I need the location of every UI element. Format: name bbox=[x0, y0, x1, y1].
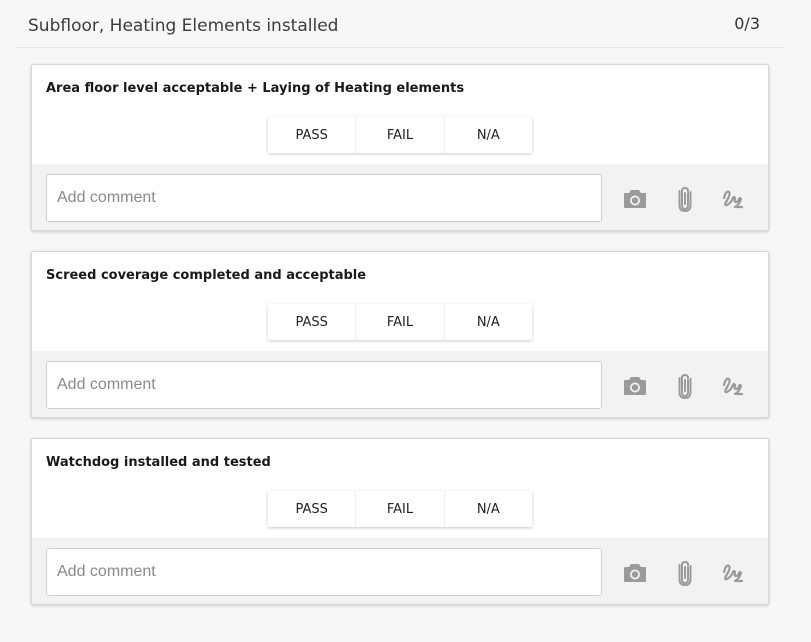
fail-button[interactable]: FAIL bbox=[356, 304, 445, 340]
camera-icon[interactable] bbox=[622, 560, 648, 586]
comment-bar bbox=[32, 538, 768, 604]
paperclip-icon[interactable] bbox=[672, 373, 698, 399]
comment-bar bbox=[32, 164, 768, 230]
camera-icon[interactable] bbox=[622, 373, 648, 399]
signature-icon[interactable] bbox=[720, 186, 746, 212]
section-header[interactable]: Subfloor, Heating Elements installed 0/3 bbox=[16, 0, 784, 48]
comment-bar bbox=[32, 351, 768, 417]
section-title: Subfloor, Heating Elements installed bbox=[28, 16, 339, 36]
result-button-group: PASS FAIL N/A bbox=[268, 304, 532, 340]
checklist-item-card: Watchdog installed and tested PASS FAIL … bbox=[31, 438, 769, 605]
pass-button[interactable]: PASS bbox=[268, 304, 357, 340]
na-button[interactable]: N/A bbox=[445, 491, 532, 527]
checklist-item-card: Area floor level acceptable + Laying of … bbox=[31, 64, 769, 231]
paperclip-icon[interactable] bbox=[672, 186, 698, 212]
signature-icon[interactable] bbox=[720, 560, 746, 586]
checklist-item-card: Screed coverage completed and acceptable… bbox=[31, 251, 769, 418]
na-button[interactable]: N/A bbox=[445, 117, 532, 153]
comment-input[interactable] bbox=[46, 361, 602, 409]
fail-button[interactable]: FAIL bbox=[356, 491, 445, 527]
result-button-group: PASS FAIL N/A bbox=[268, 117, 532, 153]
paperclip-icon[interactable] bbox=[672, 560, 698, 586]
result-button-group: PASS FAIL N/A bbox=[268, 491, 532, 527]
checklist-item-title: Area floor level acceptable + Laying of … bbox=[46, 81, 465, 96]
section-progress-count: 0/3 bbox=[734, 14, 760, 33]
fail-button[interactable]: FAIL bbox=[356, 117, 445, 153]
checklist-item-title: Watchdog installed and tested bbox=[46, 455, 271, 470]
camera-icon[interactable] bbox=[622, 186, 648, 212]
na-button[interactable]: N/A bbox=[445, 304, 532, 340]
checklist-item-title: Screed coverage completed and acceptable bbox=[46, 268, 367, 283]
comment-input[interactable] bbox=[46, 174, 602, 222]
signature-icon[interactable] bbox=[720, 373, 746, 399]
comment-input[interactable] bbox=[46, 548, 602, 596]
pass-button[interactable]: PASS bbox=[268, 491, 357, 527]
pass-button[interactable]: PASS bbox=[268, 117, 357, 153]
checklist-page: Subfloor, Heating Elements installed 0/3… bbox=[0, 0, 811, 642]
